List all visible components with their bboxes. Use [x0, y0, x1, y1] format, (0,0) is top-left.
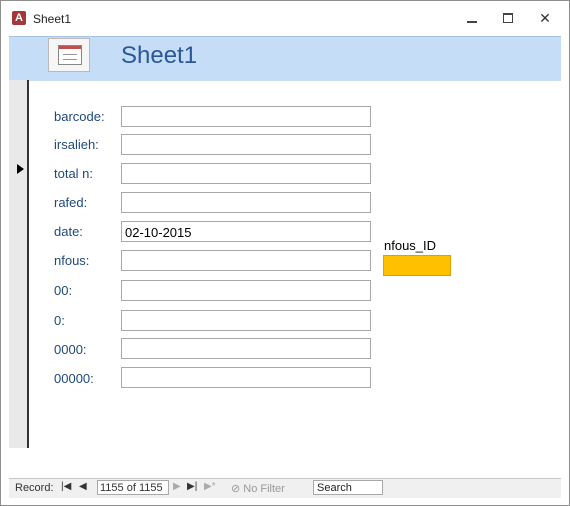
nfous-id-label: nfous_ID: [384, 238, 437, 253]
barcode-field[interactable]: [121, 106, 371, 127]
new-record-icon[interactable]: ▶*: [204, 481, 216, 492]
form-icon: [48, 38, 90, 72]
field-00000[interactable]: [121, 367, 371, 388]
total-n-field[interactable]: [121, 163, 371, 184]
field-0000[interactable]: [121, 338, 371, 359]
filter-label: No Filter: [243, 483, 285, 495]
total-n-label: total n:: [54, 166, 94, 181]
form-header: Sheet1: [9, 36, 561, 81]
current-record-arrow-icon: [17, 164, 24, 174]
irsalieh-field[interactable]: [121, 134, 371, 155]
form-title: Sheet1: [121, 42, 198, 69]
filter-toggle[interactable]: ⊘ No Filter: [231, 482, 285, 495]
record-selector[interactable]: [9, 80, 29, 448]
nfous-field[interactable]: [121, 250, 371, 271]
minimize-button[interactable]: [464, 10, 482, 26]
previous-record-icon[interactable]: ◀: [79, 481, 87, 492]
last-record-icon[interactable]: ▶|: [187, 481, 197, 492]
field-00000-label: 00000:: [54, 371, 94, 386]
next-record-icon[interactable]: ▶: [173, 481, 181, 492]
first-record-icon[interactable]: |◀: [61, 481, 71, 492]
date-label: date:: [54, 224, 83, 239]
close-button[interactable]: ✕: [536, 10, 554, 26]
field-0-label: 0:: [54, 313, 65, 328]
rafed-label: rafed:: [54, 195, 88, 210]
search-input[interactable]: Search: [313, 480, 383, 495]
form-window: A Sheet1 ✕ Sheet1 barcode: irsalieh: tot…: [0, 0, 570, 506]
restore-button[interactable]: [500, 10, 518, 26]
field-0000-label: 0000:: [54, 342, 87, 357]
record-label: Record:: [15, 482, 54, 494]
current-record-input[interactable]: 1155 of 1155: [97, 480, 169, 495]
nfous-id-field[interactable]: [383, 255, 451, 276]
irsalieh-label: irsalieh:: [54, 137, 99, 152]
rafed-field[interactable]: [121, 192, 371, 213]
record-navigation-bar: Record: |◀ ◀ 1155 of 1155 ▶ ▶| ▶* ⊘ No F…: [9, 478, 561, 498]
window-title: Sheet1: [33, 12, 72, 26]
barcode-label: barcode:: [54, 109, 105, 124]
field-00-label: 00:: [54, 283, 73, 298]
date-field[interactable]: 02-10-2015: [121, 221, 371, 242]
field-00[interactable]: [121, 280, 371, 301]
nfous-label: nfous:: [54, 253, 90, 268]
filter-icon: ⊘: [231, 483, 241, 495]
access-app-icon: A: [12, 11, 26, 25]
title-bar: A Sheet1 ✕: [1, 1, 569, 36]
field-0[interactable]: [121, 310, 371, 331]
